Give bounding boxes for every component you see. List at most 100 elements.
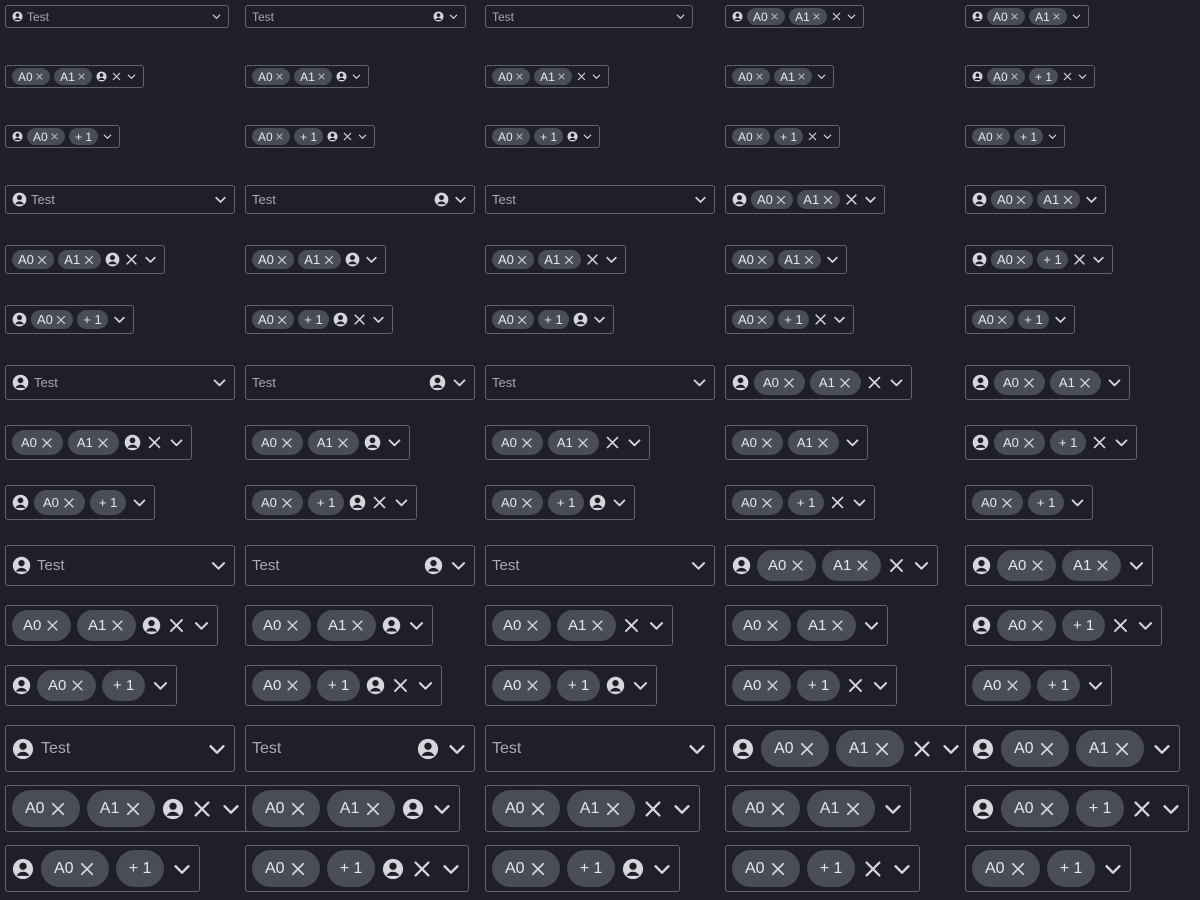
- tag-remove-icon[interactable]: [816, 436, 830, 450]
- multi-select-md-a0m_p_c[interactable]: A0 + 1: [485, 485, 636, 520]
- tag-remove-icon[interactable]: [838, 376, 852, 390]
- multi-select-lg-a0m_xc[interactable]: A0 + 1: [725, 665, 898, 706]
- chevron-down-icon[interactable]: [816, 71, 827, 82]
- chevron-down-icon[interactable]: [131, 494, 148, 511]
- chevron-down-icon[interactable]: [888, 374, 905, 391]
- multi-select-sm-a0a1_c[interactable]: A0 A1: [725, 245, 847, 274]
- close-icon[interactable]: [146, 434, 163, 451]
- chevron-down-icon[interactable]: [213, 192, 228, 207]
- tag-remove-icon[interactable]: [590, 618, 605, 633]
- close-icon[interactable]: [1072, 252, 1087, 267]
- tag-remove-icon[interactable]: [110, 618, 125, 633]
- chevron-down-icon[interactable]: [686, 738, 708, 760]
- chevron-down-icon[interactable]: [1069, 494, 1086, 511]
- tag-remove-icon[interactable]: [760, 496, 774, 510]
- chevron-down-icon[interactable]: [592, 312, 607, 327]
- close-icon[interactable]: [1091, 434, 1108, 451]
- multi-select-xl-p_a0m_xc[interactable]: A0 + 1: [965, 785, 1190, 832]
- multi-select-lg-p_a0a1_c[interactable]: A0 A1: [965, 545, 1153, 586]
- chevron-down-icon[interactable]: [846, 11, 857, 22]
- chevron-down-icon[interactable]: [604, 252, 619, 267]
- chevron-down-icon[interactable]: [386, 434, 403, 451]
- chevron-down-icon[interactable]: [453, 192, 468, 207]
- multi-select-xs-a0m_c[interactable]: A0 + 1: [965, 125, 1066, 148]
- chevron-down-icon[interactable]: [1151, 738, 1173, 760]
- multi-select-sm-full_pr[interactable]: Test: [245, 185, 475, 214]
- tag-remove-icon[interactable]: [77, 72, 86, 81]
- tag-remove-icon[interactable]: [1022, 436, 1036, 450]
- tag-remove-icon[interactable]: [557, 72, 566, 81]
- multi-select-lg-full_pr[interactable]: Test: [245, 545, 475, 586]
- chevron-down-icon[interactable]: [582, 131, 593, 142]
- chevron-down-icon[interactable]: [446, 738, 468, 760]
- close-icon[interactable]: [622, 616, 641, 635]
- chevron-down-icon[interactable]: [211, 374, 228, 391]
- close-icon[interactable]: [642, 798, 664, 820]
- chevron-down-icon[interactable]: [364, 252, 379, 267]
- tag-remove-icon[interactable]: [996, 314, 1008, 326]
- chevron-down-icon[interactable]: [689, 556, 708, 575]
- tag-remove-icon[interactable]: [50, 132, 59, 141]
- tag-remove-icon[interactable]: [62, 496, 76, 510]
- tag-remove-icon[interactable]: [124, 800, 142, 818]
- tag-remove-icon[interactable]: [755, 132, 764, 141]
- tag-remove-icon[interactable]: [1022, 376, 1036, 390]
- chevron-down-icon[interactable]: [1106, 374, 1123, 391]
- multi-select-xs-full_plain[interactable]: Test: [485, 5, 693, 28]
- chevron-down-icon[interactable]: [626, 434, 643, 451]
- tag-remove-icon[interactable]: [755, 72, 764, 81]
- multi-select-lg-p_a0a1_xc[interactable]: A0 A1: [725, 545, 938, 586]
- multi-select-xl-a0a1_p_xc[interactable]: A0 A1: [5, 785, 249, 832]
- tag-remove-icon[interactable]: [317, 72, 326, 81]
- tag-remove-icon[interactable]: [576, 436, 590, 450]
- multi-select-xl-a0m_c[interactable]: A0 + 1: [965, 845, 1132, 892]
- chevron-down-icon[interactable]: [151, 676, 170, 695]
- multi-select-xl-a0m_p_xc[interactable]: A0 + 1: [245, 845, 470, 892]
- tag-remove-icon[interactable]: [516, 254, 528, 266]
- multi-select-md-full_plain[interactable]: Test: [485, 365, 715, 400]
- tag-remove-icon[interactable]: [78, 860, 96, 878]
- tag-remove-icon[interactable]: [285, 678, 300, 693]
- chevron-down-icon[interactable]: [851, 494, 868, 511]
- chevron-down-icon[interactable]: [1084, 192, 1099, 207]
- tag-remove-icon[interactable]: [49, 800, 67, 818]
- chevron-down-icon[interactable]: [671, 798, 693, 820]
- chevron-down-icon[interactable]: [912, 556, 931, 575]
- multi-select-sm-a0m_xc[interactable]: A0 + 1: [725, 305, 854, 334]
- chevron-down-icon[interactable]: [451, 374, 468, 391]
- chevron-down-icon[interactable]: [1086, 676, 1105, 695]
- tag-remove-icon[interactable]: [812, 12, 821, 21]
- multi-select-md-a0a1_xc[interactable]: A0 A1: [485, 425, 650, 460]
- tag-remove-icon[interactable]: [35, 72, 44, 81]
- tag-remove-icon[interactable]: [1113, 740, 1131, 758]
- chevron-down-icon[interactable]: [209, 556, 228, 575]
- chevron-down-icon[interactable]: [220, 798, 242, 820]
- close-icon[interactable]: [829, 494, 846, 511]
- close-icon[interactable]: [813, 312, 828, 327]
- multi-select-sm-a0a1_xc[interactable]: A0 A1: [485, 245, 626, 274]
- chevron-down-icon[interactable]: [675, 11, 686, 22]
- tag-remove-icon[interactable]: [1005, 678, 1020, 693]
- chevron-down-icon[interactable]: [832, 312, 847, 327]
- chevron-down-icon[interactable]: [693, 192, 708, 207]
- multi-select-xl-p_full[interactable]: Test: [5, 725, 235, 772]
- tag-remove-icon[interactable]: [563, 254, 575, 266]
- tag-remove-icon[interactable]: [285, 618, 300, 633]
- close-icon[interactable]: [585, 252, 600, 267]
- multi-select-md-a0m_p_xc[interactable]: A0 + 1: [245, 485, 418, 520]
- tag-remove-icon[interactable]: [525, 678, 540, 693]
- multi-select-md-full_pr[interactable]: Test: [245, 365, 475, 400]
- multi-select-xs-a0m_xc[interactable]: A0 + 1: [725, 125, 841, 148]
- tag-remove-icon[interactable]: [1038, 800, 1056, 818]
- close-icon[interactable]: [576, 71, 587, 82]
- close-icon[interactable]: [1111, 616, 1130, 635]
- chevron-down-icon[interactable]: [448, 11, 459, 22]
- multi-select-xs-p_full[interactable]: Test: [5, 5, 229, 28]
- close-icon[interactable]: [411, 858, 433, 880]
- chevron-down-icon[interactable]: [591, 71, 602, 82]
- chevron-down-icon[interactable]: [1127, 556, 1146, 575]
- chevron-down-icon[interactable]: [449, 556, 468, 575]
- tag-remove-icon[interactable]: [1015, 254, 1027, 266]
- chevron-down-icon[interactable]: [940, 738, 962, 760]
- tag-remove-icon[interactable]: [83, 254, 95, 266]
